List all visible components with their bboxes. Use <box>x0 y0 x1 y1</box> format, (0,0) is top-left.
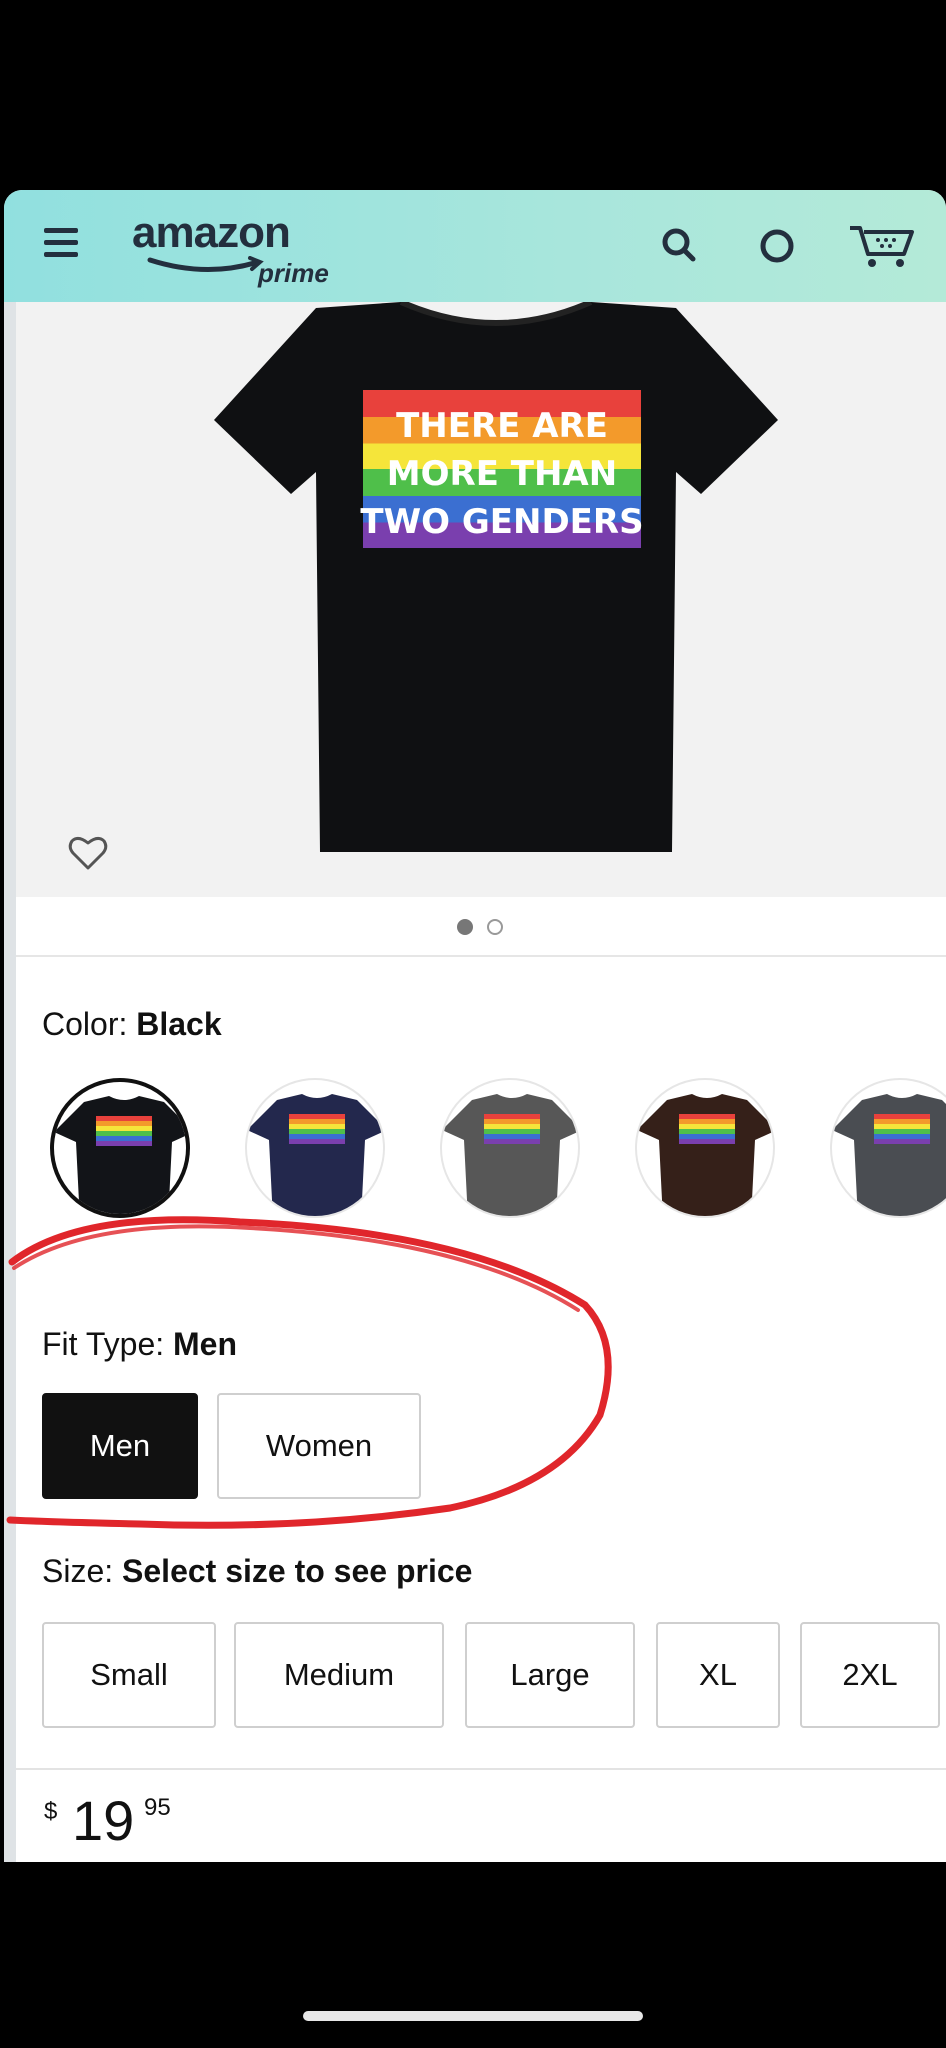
carousel-dot-active[interactable] <box>457 919 473 935</box>
price-currency: $ <box>44 1798 58 1825</box>
color-swatch-gray[interactable] <box>432 1070 588 1226</box>
fit-option-women[interactable]: Women <box>217 1393 421 1499</box>
search-icon[interactable] <box>652 218 708 274</box>
size-option-small[interactable]: Small <box>42 1622 216 1728</box>
product-image-carousel[interactable]: THERE ARE MORE THAN TWO GENDERS <box>16 302 946 897</box>
fit-option-men[interactable]: Men <box>42 1393 198 1499</box>
price-fraction: 95 <box>144 1794 171 1821</box>
color-swatch-dark-gray[interactable] <box>822 1070 946 1226</box>
color-swatch-black[interactable] <box>42 1070 198 1226</box>
logo-text: amazon <box>132 208 291 257</box>
color-swatch-navy[interactable] <box>237 1070 393 1226</box>
price-whole: 19 <box>72 1789 135 1852</box>
voice-icon[interactable] <box>749 218 805 274</box>
smile-arrow-icon <box>147 256 264 273</box>
menu-icon[interactable] <box>44 228 78 262</box>
fit-type-value: Men <box>173 1326 238 1362</box>
color-label: Color: Black <box>42 1006 222 1042</box>
size-option-large[interactable]: Large <box>465 1622 635 1728</box>
cart-icon[interactable] <box>846 218 918 274</box>
carousel-indicators <box>16 897 946 957</box>
left-edge <box>4 300 16 1862</box>
size-option-2xl[interactable]: 2XL <box>800 1622 940 1728</box>
fit-type-label: Fit Type: Men <box>42 1326 238 1362</box>
carousel-dot[interactable] <box>487 919 503 935</box>
shirt-text-line-2: MORE THAN <box>387 454 617 494</box>
size-option-xl[interactable]: XL <box>656 1622 780 1728</box>
app-screen: amazon prime THERE ARE MORE THAN TWO GEN… <box>4 190 946 1862</box>
shirt-text-line-3: TWO GENDERS <box>360 502 643 542</box>
logo-subtext: prime <box>258 258 329 288</box>
size-label: Size: Select size to see price <box>42 1553 473 1589</box>
shirt-text-line-1: THERE ARE <box>396 406 608 446</box>
heart-icon[interactable] <box>68 835 108 871</box>
top-nav-bar: amazon prime <box>4 190 946 302</box>
color-swatch-brown[interactable] <box>627 1070 783 1226</box>
product-image-tshirt: THERE ARE MORE THAN TWO GENDERS <box>214 302 778 852</box>
size-value: Select size to see price <box>122 1553 473 1589</box>
color-value: Black <box>136 1006 222 1042</box>
section-divider <box>16 1768 946 1770</box>
size-option-medium[interactable]: Medium <box>234 1622 444 1728</box>
home-indicator[interactable] <box>303 2011 643 2021</box>
amazon-prime-logo[interactable]: amazon prime <box>132 208 372 288</box>
